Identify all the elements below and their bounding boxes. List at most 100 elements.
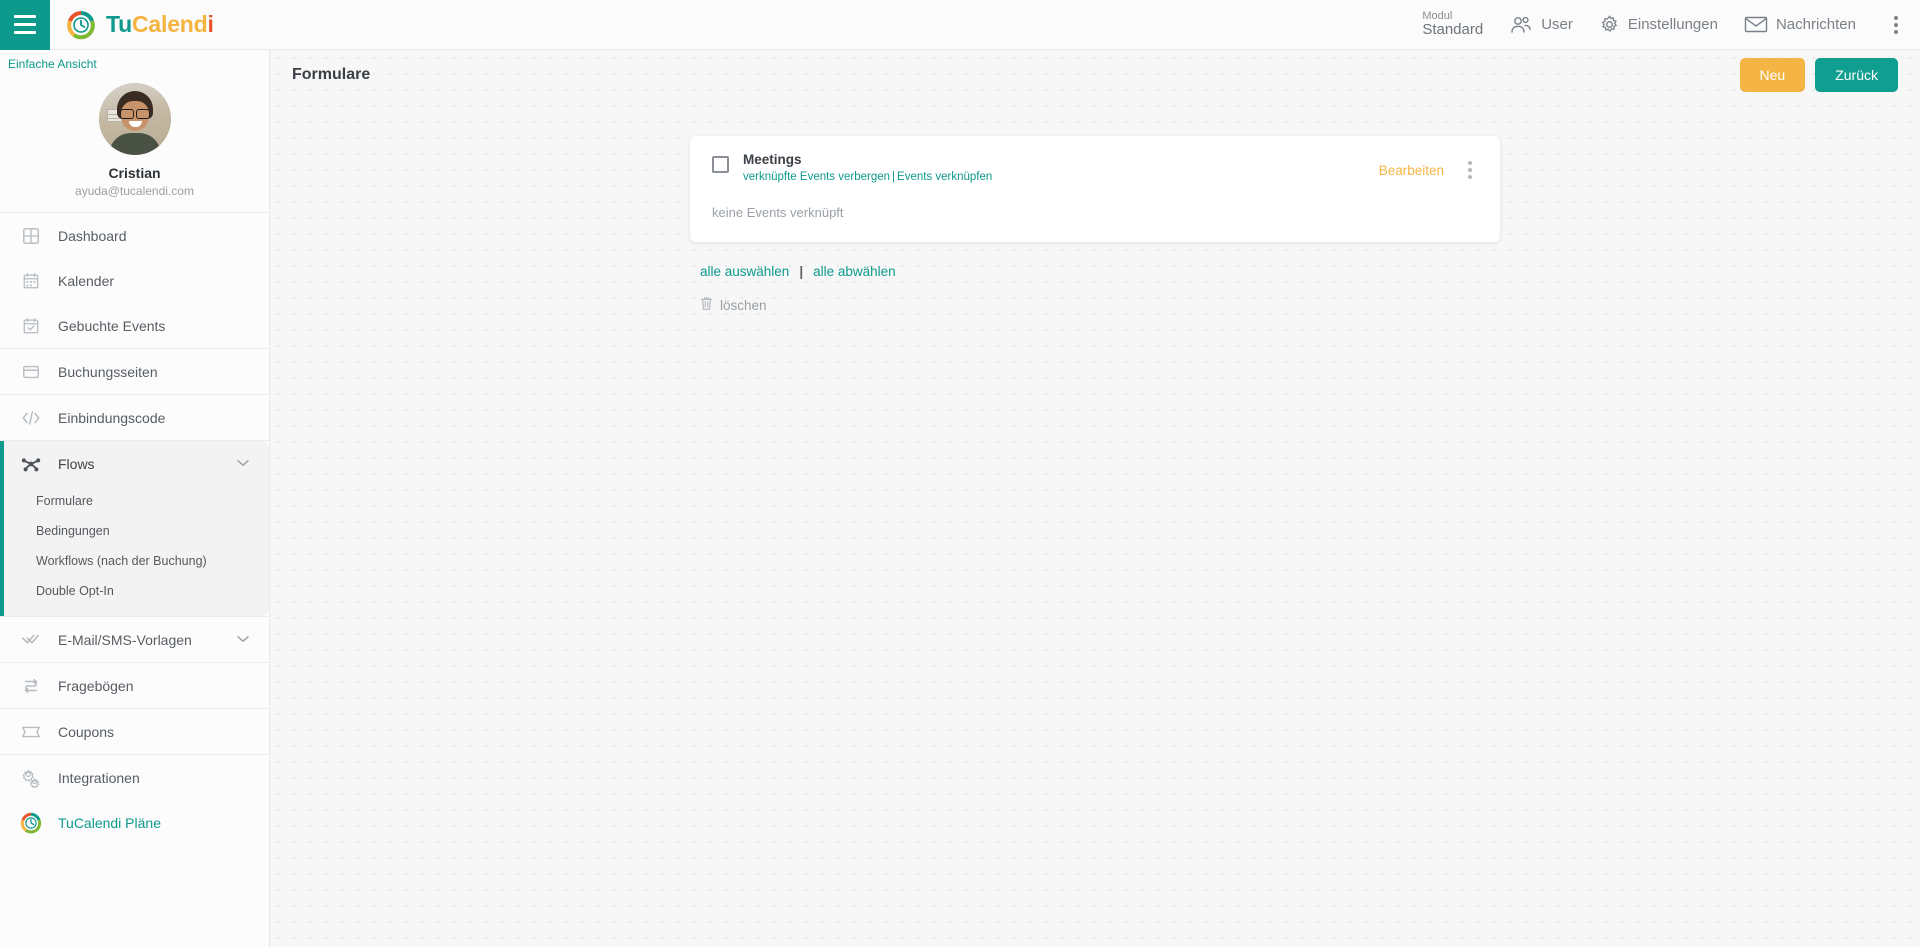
sidebar-item-kalender[interactable]: Kalender xyxy=(0,258,269,303)
connect-events-link[interactable]: Events verknüpfen xyxy=(897,171,992,183)
sidebar-item-integrationen[interactable]: Integrationen xyxy=(0,755,269,800)
sidebar-group-coupons: Coupons xyxy=(0,708,269,754)
calendar-check-icon xyxy=(20,317,42,335)
form-card-links: verknüpfte Events verbergen|Events verkn… xyxy=(743,171,992,183)
sidebar-item-label: TuCalendi Pläne xyxy=(58,815,161,831)
sidebar-item-tucalendi-plane[interactable]: TuCalendi Pläne xyxy=(0,800,269,845)
sidebar-group-surveys: Fragebögen xyxy=(0,662,269,708)
top-header: TuCalendi Modul Standard User xyxy=(0,0,1920,50)
simple-view-link[interactable]: Einfache Ansicht xyxy=(0,50,97,71)
sidebar-item-label: Buchungsseiten xyxy=(58,364,158,380)
deselect-all-link[interactable]: alle abwählen xyxy=(813,264,896,279)
sidebar-item-coupons[interactable]: Coupons xyxy=(0,709,269,754)
delete-button[interactable]: löschen xyxy=(690,296,1500,314)
gear-icon xyxy=(1599,14,1620,35)
sidebar-item-label: Coupons xyxy=(58,724,114,740)
brand-logo-link[interactable]: TuCalendi xyxy=(66,10,214,40)
sidebar-item-label: E-Mail/SMS-Vorlagen xyxy=(58,632,192,648)
main-header: Formulare Neu Zurück xyxy=(270,50,1920,100)
brand-part-tu: Tu xyxy=(106,11,132,37)
top-nav-messages-label: Nachrichten xyxy=(1776,16,1856,33)
form-card-overflow-menu-button[interactable] xyxy=(1462,157,1478,183)
profile-name: Cristian xyxy=(0,165,269,181)
sidebar-item-label: Flows xyxy=(58,456,95,472)
top-nav-settings-label: Einstellungen xyxy=(1628,16,1718,33)
kebab-dot xyxy=(1468,175,1472,179)
users-icon xyxy=(1509,15,1533,35)
sidebar-item-label: Dashboard xyxy=(58,228,127,244)
sidebar-subitem-label: Formulare xyxy=(36,494,93,508)
sidebar-item-buchungsseiten[interactable]: Buchungsseiten xyxy=(0,349,269,394)
chevron-down-icon[interactable] xyxy=(237,458,249,470)
hamburger-icon-bar xyxy=(14,31,36,34)
form-card-titles: Meetings verknüpfte Events verbergen|Eve… xyxy=(743,152,992,183)
sidebar-subitem-double-opt-in[interactable]: Double Opt-In xyxy=(4,576,269,606)
cogs-icon xyxy=(20,768,42,788)
module-indicator: Modul Standard xyxy=(1422,10,1483,39)
top-header-right: Modul Standard User Einstellun xyxy=(1422,10,1920,40)
form-card-title: Meetings xyxy=(743,152,992,167)
top-nav-user[interactable]: User xyxy=(1509,15,1573,35)
hide-linked-events-link[interactable]: verknüpfte Events verbergen xyxy=(743,171,890,183)
sidebar-group-flows: Flows Formulare Bedingungen Workflows (n… xyxy=(0,440,269,616)
sidebar-group-main: Dashboard Kalender xyxy=(0,212,269,348)
hamburger-menu-button[interactable] xyxy=(0,0,50,50)
new-button[interactable]: Neu xyxy=(1740,58,1806,92)
sidebar-group-plans: TuCalendi Pläne xyxy=(0,800,269,845)
back-button[interactable]: Zurück xyxy=(1815,58,1898,92)
sidebar-subitem-label: Double Opt-In xyxy=(36,584,114,598)
sidebar-item-email-sms-vorlagen[interactable]: E-Mail/SMS-Vorlagen xyxy=(0,617,269,662)
sidebar-group-booking: Buchungsseiten xyxy=(0,348,269,394)
form-select-checkbox[interactable] xyxy=(712,156,729,173)
profile-email: ayuda@tucalendi.com xyxy=(0,184,269,198)
edit-link[interactable]: Bearbeiten xyxy=(1379,163,1444,178)
kebab-dot xyxy=(1894,30,1898,34)
sidebar-item-label: Kalender xyxy=(58,273,114,289)
tucalendi-logo-icon xyxy=(20,812,42,834)
selection-actions: alle auswählen | alle abwählen xyxy=(690,264,1500,279)
sidebar-section-flows: Flows Formulare Bedingungen Workflows (n… xyxy=(0,441,269,616)
sidebar-group-templates: E-Mail/SMS-Vorlagen xyxy=(0,616,269,662)
sidebar-subitem-formulare[interactable]: Formulare xyxy=(4,486,269,516)
sidebar-item-einbindungscode[interactable]: Einbindungscode xyxy=(0,395,269,440)
sidebar-item-flows[interactable]: Flows xyxy=(4,441,269,486)
sidebar-profile: Cristian ayuda@tucalendi.com xyxy=(0,73,269,212)
avatar-glasses xyxy=(120,109,150,117)
top-nav-settings[interactable]: Einstellungen xyxy=(1599,14,1718,35)
grid-icon xyxy=(20,227,42,245)
sidebar-group-integrations: Integrationen xyxy=(0,754,269,800)
form-card-actions: Bearbeiten xyxy=(1379,152,1478,183)
sidebar: Einfache Ansicht Cristian ayuda@tucalend… xyxy=(0,50,270,947)
sidebar-subitem-workflows[interactable]: Workflows (nach der Buchung) xyxy=(4,546,269,576)
delete-label: löschen xyxy=(720,298,767,313)
selection-separator: | xyxy=(799,264,803,279)
sidebar-subitem-bedingungen[interactable]: Bedingungen xyxy=(4,516,269,546)
form-card: Meetings verknüpfte Events verbergen|Eve… xyxy=(690,136,1500,242)
survey-icon xyxy=(20,677,42,695)
top-overflow-menu-button[interactable] xyxy=(1886,10,1906,40)
brand-title: TuCalendi xyxy=(106,11,214,38)
chevron-down-icon[interactable] xyxy=(237,634,249,646)
sidebar-group-embed: Einbindungscode xyxy=(0,394,269,440)
flow-icon xyxy=(20,455,42,473)
double-check-icon xyxy=(20,631,42,649)
select-all-link[interactable]: alle auswählen xyxy=(700,264,789,279)
ticket-icon xyxy=(20,724,42,740)
kebab-dot xyxy=(1468,168,1472,172)
link-separator: | xyxy=(892,171,895,183)
sidebar-flows-subitems: Formulare Bedingungen Workflows (nach de… xyxy=(4,486,269,616)
avatar[interactable] xyxy=(99,83,171,155)
sidebar-item-label: Integrationen xyxy=(58,770,140,786)
sidebar-subitem-label: Workflows (nach der Buchung) xyxy=(36,554,207,568)
kebab-dot xyxy=(1468,161,1472,165)
sidebar-item-dashboard[interactable]: Dashboard xyxy=(0,213,269,258)
hamburger-icon-bar xyxy=(14,15,36,18)
top-nav-user-label: User xyxy=(1541,16,1573,33)
sidebar-item-fragebogen[interactable]: Fragebögen xyxy=(0,663,269,708)
brand-part-calend: Calend xyxy=(132,11,207,37)
form-card-header: Meetings verknüpfte Events verbergen|Eve… xyxy=(712,152,1478,183)
top-nav-messages[interactable]: Nachrichten xyxy=(1744,15,1856,34)
page-title: Formulare xyxy=(292,66,370,84)
sidebar-item-label: Einbindungscode xyxy=(58,410,165,426)
sidebar-item-gebuchte-events[interactable]: Gebuchte Events xyxy=(0,303,269,348)
